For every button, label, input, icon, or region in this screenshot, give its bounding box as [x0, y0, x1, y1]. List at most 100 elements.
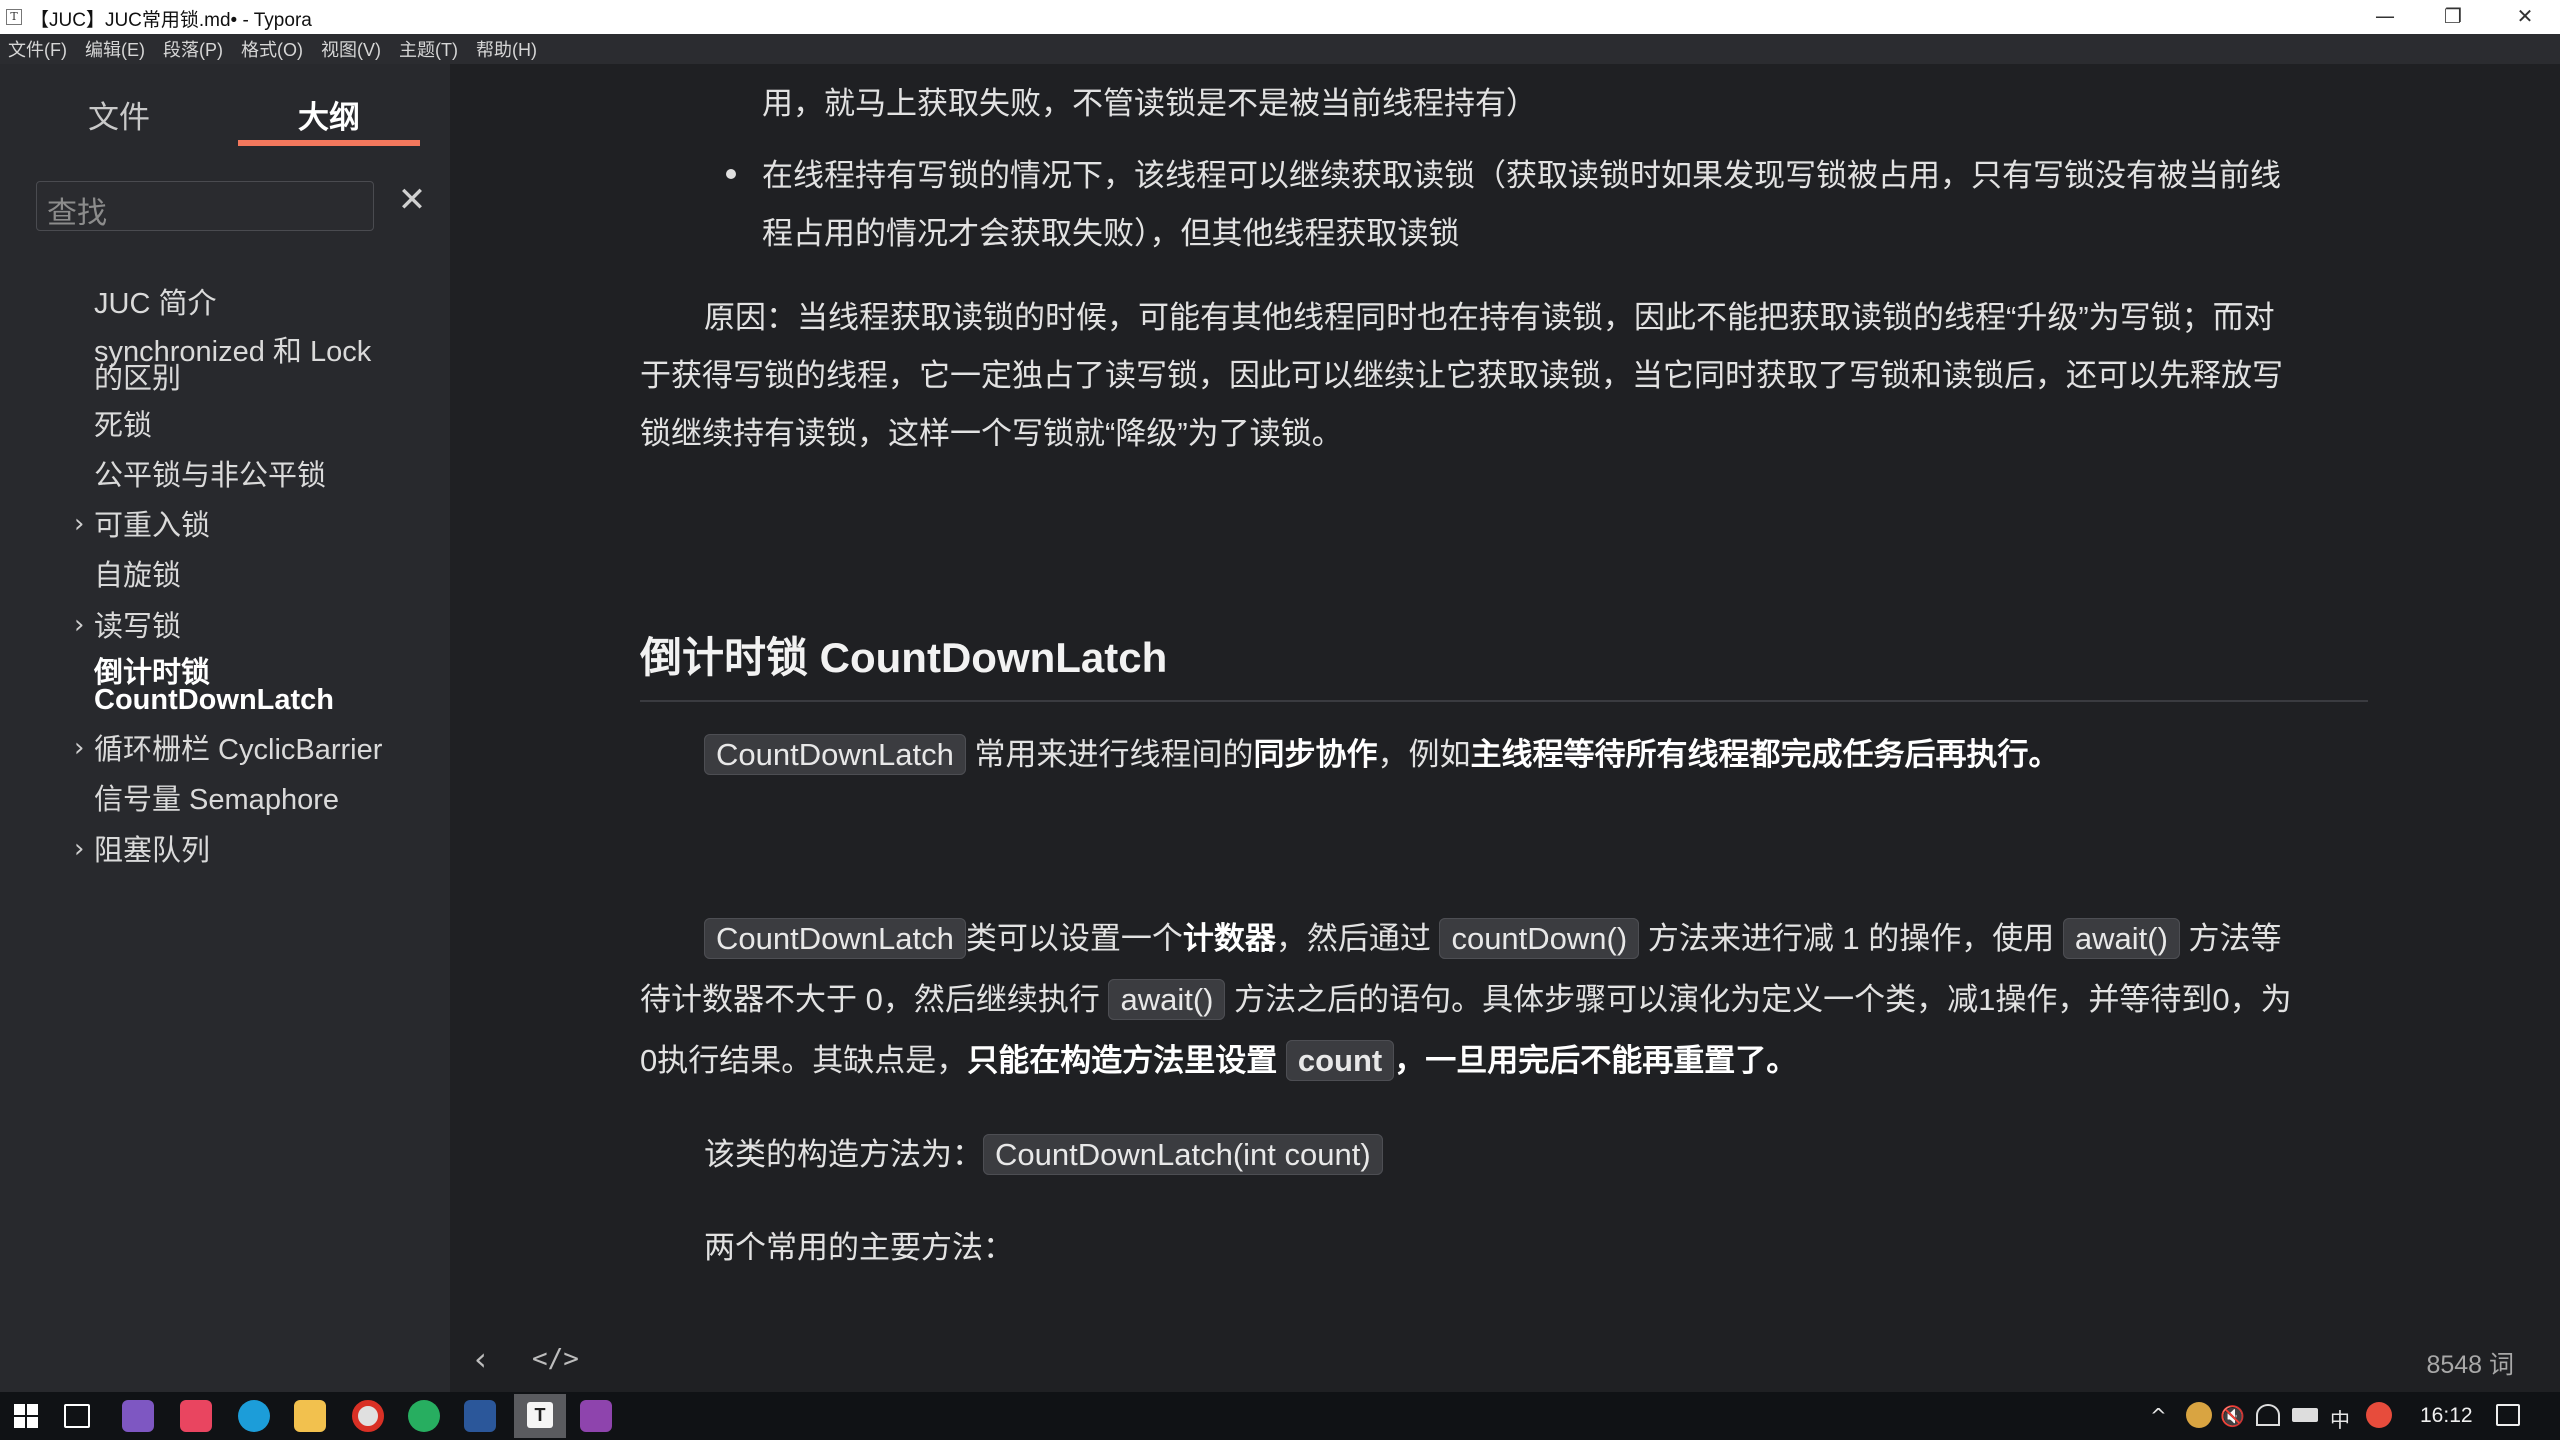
bullet-text-line: 在线程持有写锁的情况下，该线程可以继续获取读锁（获取读锁时如果发现写锁被占用，只… [762, 158, 2281, 193]
text-span: ，例如 [1377, 737, 1471, 772]
close-icon[interactable]: ✕ [395, 179, 429, 221]
menu-view[interactable]: 视图(V) [321, 36, 381, 62]
menu-file[interactable]: 文件(F) [8, 36, 67, 62]
system-clock[interactable]: 16:12 [2420, 1404, 2473, 1428]
volume-icon[interactable]: 🔇 [2220, 1404, 2245, 1428]
windows-taskbar: T ^ 🔇 中 16:12 [0, 1392, 2560, 1440]
detail-paragraph-line: 待计数器不大于 0，然后继续执行 await() 方法之后的语句。具体步骤可以演… [640, 979, 2292, 1020]
wechat-icon[interactable] [408, 1400, 440, 1432]
outline-item-semaphore[interactable]: 信号量 Semaphore [94, 786, 339, 815]
typora-taskbar-button[interactable]: T [514, 1394, 566, 1438]
outline-item-label-line: 倒计时锁 [94, 657, 211, 689]
ime-indicator[interactable]: 中 [2330, 1404, 2350, 1433]
source-code-toggle-icon[interactable]: </> [532, 1344, 579, 1374]
obs-icon[interactable] [580, 1400, 612, 1432]
text-span: 方法之后的语句。具体步骤可以演化为定义一个类，减1操作，并等待到0，为 [1225, 982, 2292, 1017]
reason-paragraph-line: 锁继续持有读锁，这样一个写锁就“降级”为了读锁。 [640, 416, 1343, 451]
text-span: 该类的构造方法为： [704, 1137, 983, 1172]
typora-app-icon: T [6, 9, 22, 25]
text-span: 常用来进行线程间的 [965, 737, 1254, 772]
inline-code: CountDownLatch [704, 734, 966, 775]
word-icon[interactable] [464, 1400, 496, 1432]
outline-item-read-write-lock[interactable]: 读写锁 [94, 613, 181, 642]
typora-icon: T [527, 1402, 553, 1428]
menu-bar: 文件(F) 编辑(E) 段落(P) 格式(O) 视图(V) 主题(T) 帮助(H… [0, 34, 2560, 64]
menu-theme[interactable]: 主题(T) [399, 36, 458, 62]
text-span: 方法等 [2179, 921, 2282, 956]
detail-paragraph-line: CountDownLatch 类可以设置一个计数器，然后通过 countDown(… [704, 918, 2282, 959]
text-span: 0执行结果。其缺点是， [640, 1043, 968, 1078]
outline-search-input[interactable]: 查找 [36, 181, 374, 231]
chevron-right-icon[interactable]: › [74, 733, 84, 763]
tab-files[interactable]: 文件 [88, 92, 150, 137]
outline-item-deadlock[interactable]: 死锁 [94, 412, 152, 441]
bold-text: 同步协作 [1253, 737, 1378, 772]
outline-item-label-line: 的区别 [94, 363, 182, 395]
paragraph-fragment: 用，就马上获取失败，不管读锁是不是被当前线程持有） [762, 86, 1537, 121]
chevron-right-icon[interactable]: › [74, 834, 84, 864]
menu-help[interactable]: 帮助(H) [476, 36, 537, 62]
inline-code: CountDownLatch(int count) [983, 1134, 1383, 1175]
notification-center-icon[interactable] [2496, 1404, 2520, 1426]
title-bar: T 【JUC】JUC常用锁.md• - Typora — ❐ ✕ [0, 0, 2560, 34]
menu-edit[interactable]: 编辑(E) [85, 36, 145, 62]
constructor-paragraph: 该类的构造方法为： CountDownLatch(int count) [704, 1134, 1383, 1175]
outline-item-synchronized-vs-lock[interactable]: synchronized 和 Lock 的区别 [94, 336, 372, 395]
outline-item-label-line: synchronized 和 Lock [94, 336, 372, 368]
bullet-text-line: 程占用的情况才会获取失败），但其他线程获取读锁 [762, 216, 1460, 251]
bullet-icon [726, 169, 736, 179]
outline-item-fair-lock[interactable]: 公平锁与非公平锁 [94, 462, 326, 491]
outline-item-label-line: CountDownLatch [94, 684, 335, 716]
visual-studio-icon[interactable] [122, 1400, 154, 1432]
inline-code: count [1285, 1040, 1395, 1081]
text-span: 方法来进行减 1 的操作，使用 [1639, 921, 2063, 956]
typora-window: T 【JUC】JUC常用锁.md• - Typora — ❐ ✕ 文件(F) 编… [0, 0, 2560, 1440]
methods-paragraph: 两个常用的主要方法： [704, 1230, 1014, 1265]
active-tab-indicator [238, 140, 420, 146]
edge-icon[interactable] [238, 1400, 270, 1432]
reason-paragraph-line: 于获得写锁的线程，它一定独占了读写锁，因此可以继续让它获取读锁，当它同时获取了写… [640, 358, 2283, 393]
inline-code: await() [2062, 918, 2180, 959]
bold-text: 只能在构造方法里设置 [967, 1043, 1286, 1078]
tab-outline[interactable]: 大纲 [298, 92, 360, 137]
sidebar: 文件 大纲 查找 ✕ JUC 简介 synchronized 和 Lock 的区… [0, 64, 450, 1392]
outline-item-reentrant-lock[interactable]: 可重入锁 [94, 512, 210, 541]
battery-icon[interactable] [2292, 1408, 2318, 1422]
windows-start-icon[interactable] [10, 1400, 42, 1432]
window-title: 【JUC】JUC常用锁.md• - Typora [30, 10, 312, 31]
close-button[interactable]: ✕ [2490, 0, 2560, 34]
sogou-input-icon[interactable] [2366, 1402, 2392, 1428]
chevron-right-icon[interactable]: › [74, 509, 84, 539]
text-span: ，然后通过 [1275, 921, 1440, 956]
intro-paragraph: CountDownLatch 常用来进行线程间的同步协作，例如主线程等待所有线程… [704, 734, 2059, 775]
reason-paragraph-line: 原因：当线程获取读锁的时候，可能有其他线程同时也在持有读锁，因此不能把获取读锁的… [704, 300, 2275, 335]
wifi-icon[interactable] [2256, 1404, 2280, 1426]
outline-item-blocking-queue[interactable]: 阻塞队列 [94, 837, 210, 866]
section-heading: 倒计时锁 CountDownLatch [640, 634, 1168, 681]
heading-divider [640, 700, 2368, 702]
outline-item-spin-lock[interactable]: 自旋锁 [94, 562, 181, 591]
chevron-right-icon[interactable]: › [74, 610, 84, 640]
menu-paragraph[interactable]: 段落(P) [163, 36, 223, 62]
detail-paragraph-line: 0执行结果。其缺点是，只能在构造方法里设置 count ，一旦用完后不能再重置了。 [640, 1040, 1798, 1081]
text-span: 待计数器不大于 0，然后继续执行 [640, 982, 1109, 1017]
inline-code: await() [1108, 979, 1226, 1020]
outline-item-countdownlatch[interactable]: 倒计时锁 CountDownLatch [94, 657, 335, 716]
outline-item-cyclicbarrier[interactable]: 循环栅栏 CyclicBarrier [94, 736, 382, 765]
word-count[interactable]: 8548 词 [2426, 1345, 2514, 1381]
minimize-button[interactable]: — [2350, 0, 2420, 34]
show-hidden-icons-button[interactable]: ^ [2150, 1404, 2167, 1428]
chrome-icon[interactable] [352, 1400, 384, 1432]
menu-format[interactable]: 格式(O) [241, 36, 303, 62]
file-explorer-icon[interactable] [294, 1400, 326, 1432]
outline-item-juc-intro[interactable]: JUC 简介 [94, 290, 216, 319]
tray-app-icon[interactable] [2186, 1402, 2212, 1428]
jetbrains-icon[interactable] [180, 1400, 212, 1432]
text-span: 类可以设置一个 [965, 921, 1183, 956]
editor-content[interactable]: 用，就马上获取失败，不管读锁是不是被当前线程持有） 在线程持有写锁的情况下，该线… [450, 64, 2560, 1328]
task-view-icon[interactable] [64, 1404, 90, 1428]
bold-text: 计数器 [1182, 921, 1276, 956]
maximize-button[interactable]: ❐ [2418, 0, 2488, 34]
bold-text: ，一旦用完后不能再重置了。 [1394, 1043, 1798, 1078]
chevron-left-icon[interactable]: ‹ [474, 1340, 487, 1378]
